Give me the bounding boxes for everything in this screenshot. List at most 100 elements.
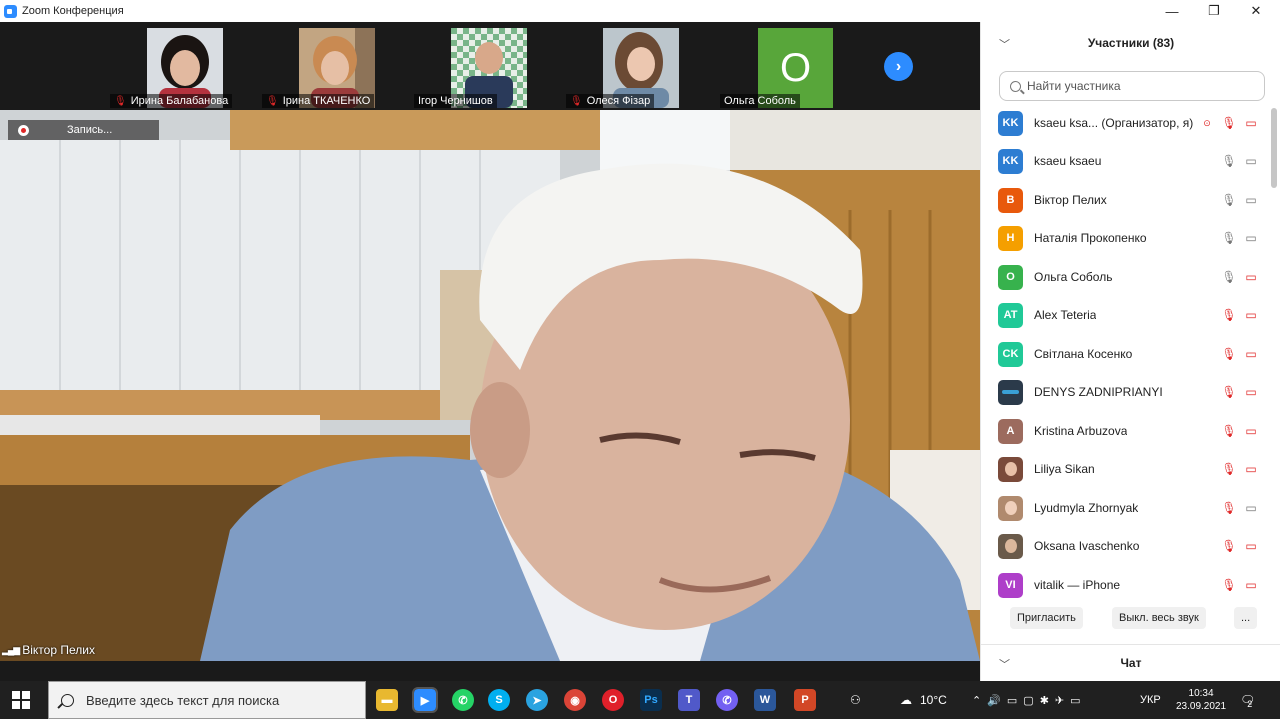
recording-indicator[interactable]: Запись... — [8, 120, 159, 140]
participant-row[interactable]: Lyudmyla Zhornyak 🎙 ▭ — [981, 489, 1269, 527]
camera-icon[interactable]: ▭ — [1243, 231, 1259, 245]
participant-row[interactable]: B Віктор Пелих 🎙 ▭ — [981, 181, 1269, 219]
participant-row[interactable]: AT Alex Teteria 🎙 ▭ — [981, 296, 1269, 334]
avatar: KK — [998, 110, 1023, 136]
mic-muted-icon[interactable]: 🎙 — [1221, 116, 1237, 130]
participant-row[interactable]: KK ksaeu ksaeu 🎙 ▭ — [981, 142, 1269, 180]
participant-row[interactable]: Oksana Ivaschenko 🎙 ▭ — [981, 527, 1269, 565]
thumbnail-name-tag: 🎙 Олеся Фізар — [566, 94, 655, 108]
participant-name: ksaeu ksa... (Организатор, я) — [1034, 116, 1194, 130]
mic-muted-icon[interactable]: 🎙 — [1221, 424, 1237, 438]
participant-list-scrollbar[interactable] — [1271, 108, 1277, 188]
file-explorer-icon[interactable]: ▬ — [376, 689, 398, 711]
opera-icon[interactable]: O — [602, 689, 624, 711]
close-button[interactable]: ✕ — [1236, 0, 1276, 22]
participant-row[interactable]: H Наталія Прокопенко 🎙 ▭ — [981, 219, 1269, 257]
chrome-icon[interactable]: ◉ — [564, 689, 586, 711]
participant-name: Ірина ТКАЧЕНКО — [282, 95, 371, 107]
mic-muted-icon[interactable]: 🎙 — [1221, 347, 1237, 361]
participant-name: Ольга Соболь — [1034, 270, 1113, 284]
mic-muted-icon[interactable]: 🎙 — [1221, 385, 1237, 399]
avatar: CK — [998, 341, 1023, 367]
zoom-app-icon[interactable]: ▶ — [412, 687, 438, 713]
camera-off-icon[interactable]: ▭ — [1243, 462, 1259, 476]
participant-row[interactable]: DENYS ZADNIPRIANYI 🎙 ▭ — [981, 373, 1269, 411]
powerpoint-icon[interactable]: P — [794, 689, 816, 711]
camera-off-icon[interactable]: ▭ — [1243, 578, 1259, 592]
system-tray-icons[interactable]: ⌃🔊▭▢✱✈▭ — [972, 681, 1087, 719]
whatsapp-icon[interactable]: ✆ — [452, 689, 474, 711]
camera-off-icon[interactable]: ▭ — [1243, 424, 1259, 438]
maximize-button[interactable]: ❐ — [1194, 0, 1234, 22]
participant-row[interactable]: A Kristina Arbuzova 🎙 ▭ — [981, 412, 1269, 450]
language-indicator[interactable]: УКР — [1140, 681, 1161, 719]
camera-off-icon[interactable]: ▭ — [1243, 116, 1259, 130]
taskbar-search-box[interactable]: Введите здесь текст для поиска — [48, 681, 366, 719]
video-thumbnail[interactable]: Ігор Чернишов — [414, 28, 564, 108]
thumbnail-name-tag: 🎙 Ірина ТКАЧЕНКО — [262, 94, 375, 108]
camera-icon[interactable]: ▭ — [1243, 193, 1259, 207]
next-page-button[interactable]: › — [884, 52, 913, 81]
taskbar-search-placeholder: Введите здесь текст для поиска — [86, 692, 280, 708]
camera-off-icon[interactable]: ▭ — [1243, 270, 1259, 284]
zoom-logo-icon — [4, 4, 17, 18]
photoshop-icon[interactable]: Ps — [640, 689, 662, 711]
camera-off-icon[interactable]: ▭ — [1243, 347, 1259, 361]
mic-muted-icon[interactable]: 🎙 — [1221, 578, 1237, 592]
clock-date: 23.09.2021 — [1176, 701, 1227, 712]
teams-icon[interactable]: T — [678, 689, 700, 711]
avatar: A — [998, 418, 1023, 444]
skype-icon[interactable]: S — [488, 689, 510, 711]
participant-name: Alex Teteria — [1034, 308, 1097, 322]
participant-name: Віктор Пелих — [1034, 193, 1107, 207]
telegram-icon[interactable]: ➤ — [526, 689, 548, 711]
invite-button[interactable]: Пригласить — [1010, 607, 1083, 629]
camera-off-icon[interactable]: ▭ — [1243, 385, 1259, 399]
participant-search-input[interactable] — [1027, 79, 1247, 93]
mic-muted-icon[interactable]: 🎙 — [1221, 462, 1237, 476]
mic-icon[interactable]: 🎙 — [1221, 193, 1237, 207]
participant-name: Ирина Балабанова — [130, 95, 229, 107]
participant-row[interactable]: KK ksaeu ksa... (Организатор, я) ⊙ 🎙 ▭ — [981, 104, 1269, 142]
viber-icon[interactable]: ✆ — [716, 689, 738, 711]
speaker-video-frame — [0, 110, 980, 661]
participant-row[interactable]: O Ольга Соболь 🎙 ▭ — [981, 258, 1269, 296]
camera-off-icon[interactable]: ▭ — [1243, 308, 1259, 322]
avatar: B — [998, 187, 1023, 213]
weather-widget[interactable]: ☁ 10°C — [900, 681, 947, 719]
participant-row[interactable]: Liliya Sikan 🎙 ▭ — [981, 450, 1269, 488]
participants-panel: ﹀ Участники (83) KK ksaeu ksa... (Органи… — [980, 22, 1280, 681]
mute-all-button[interactable]: Выкл. весь звук — [1112, 607, 1206, 629]
video-thumbnail[interactable]: 🎙 Ирина Балабанова — [110, 28, 260, 108]
mic-muted-icon[interactable]: 🎙 — [1221, 539, 1237, 553]
mic-muted-icon[interactable]: 🎙 — [1221, 501, 1237, 515]
participant-row[interactable]: CK Світлана Косенко 🎙 ▭ — [981, 335, 1269, 373]
mic-muted-icon: 🎙 — [570, 95, 583, 107]
windows-start-icon[interactable] — [12, 691, 30, 709]
clock[interactable]: 10:34 23.09.2021 — [1176, 681, 1226, 719]
video-thumbnail[interactable]: 🎙 Ірина ТКАЧЕНКО — [262, 28, 412, 108]
camera-off-icon[interactable]: ▭ — [1243, 539, 1259, 553]
chat-title: Чат — [1120, 656, 1142, 670]
video-thumbnail[interactable]: O Ольга Соболь — [720, 28, 870, 108]
thumbnail-strip: 🎙 Ирина Балабанова 🎙 Ірина ТКАЧЕНКО Ігор… — [0, 22, 980, 110]
camera-icon[interactable]: ▭ — [1243, 501, 1259, 515]
notifications-button[interactable]: 🗨 2 — [1240, 681, 1255, 719]
avatar-image — [1002, 390, 1019, 394]
participant-row[interactable]: VI vitalik — iPhone 🎙 ▭ — [981, 566, 1269, 604]
mic-icon[interactable]: 🎙 — [1221, 154, 1237, 168]
mic-icon[interactable]: 🎙 — [1221, 270, 1237, 284]
word-icon[interactable]: W — [754, 689, 776, 711]
search-icon — [1010, 80, 1021, 92]
minimize-button[interactable]: — — [1152, 0, 1192, 22]
thumbnail-name-tag: 🎙 Ирина Балабанова — [110, 94, 233, 108]
mic-muted-icon[interactable]: 🎙 — [1221, 308, 1237, 322]
cloud-icon: ☁ — [900, 693, 912, 707]
avatar — [998, 456, 1023, 482]
people-icon[interactable]: ⚇ — [850, 681, 861, 719]
more-options-button[interactable]: ... — [1234, 607, 1258, 629]
video-thumbnail[interactable]: 🎙 Олеся Фізар — [566, 28, 716, 108]
mic-icon[interactable]: 🎙 — [1221, 231, 1237, 245]
camera-icon[interactable]: ▭ — [1243, 154, 1259, 168]
chat-header[interactable]: ﹀ Чат — [981, 644, 1280, 681]
